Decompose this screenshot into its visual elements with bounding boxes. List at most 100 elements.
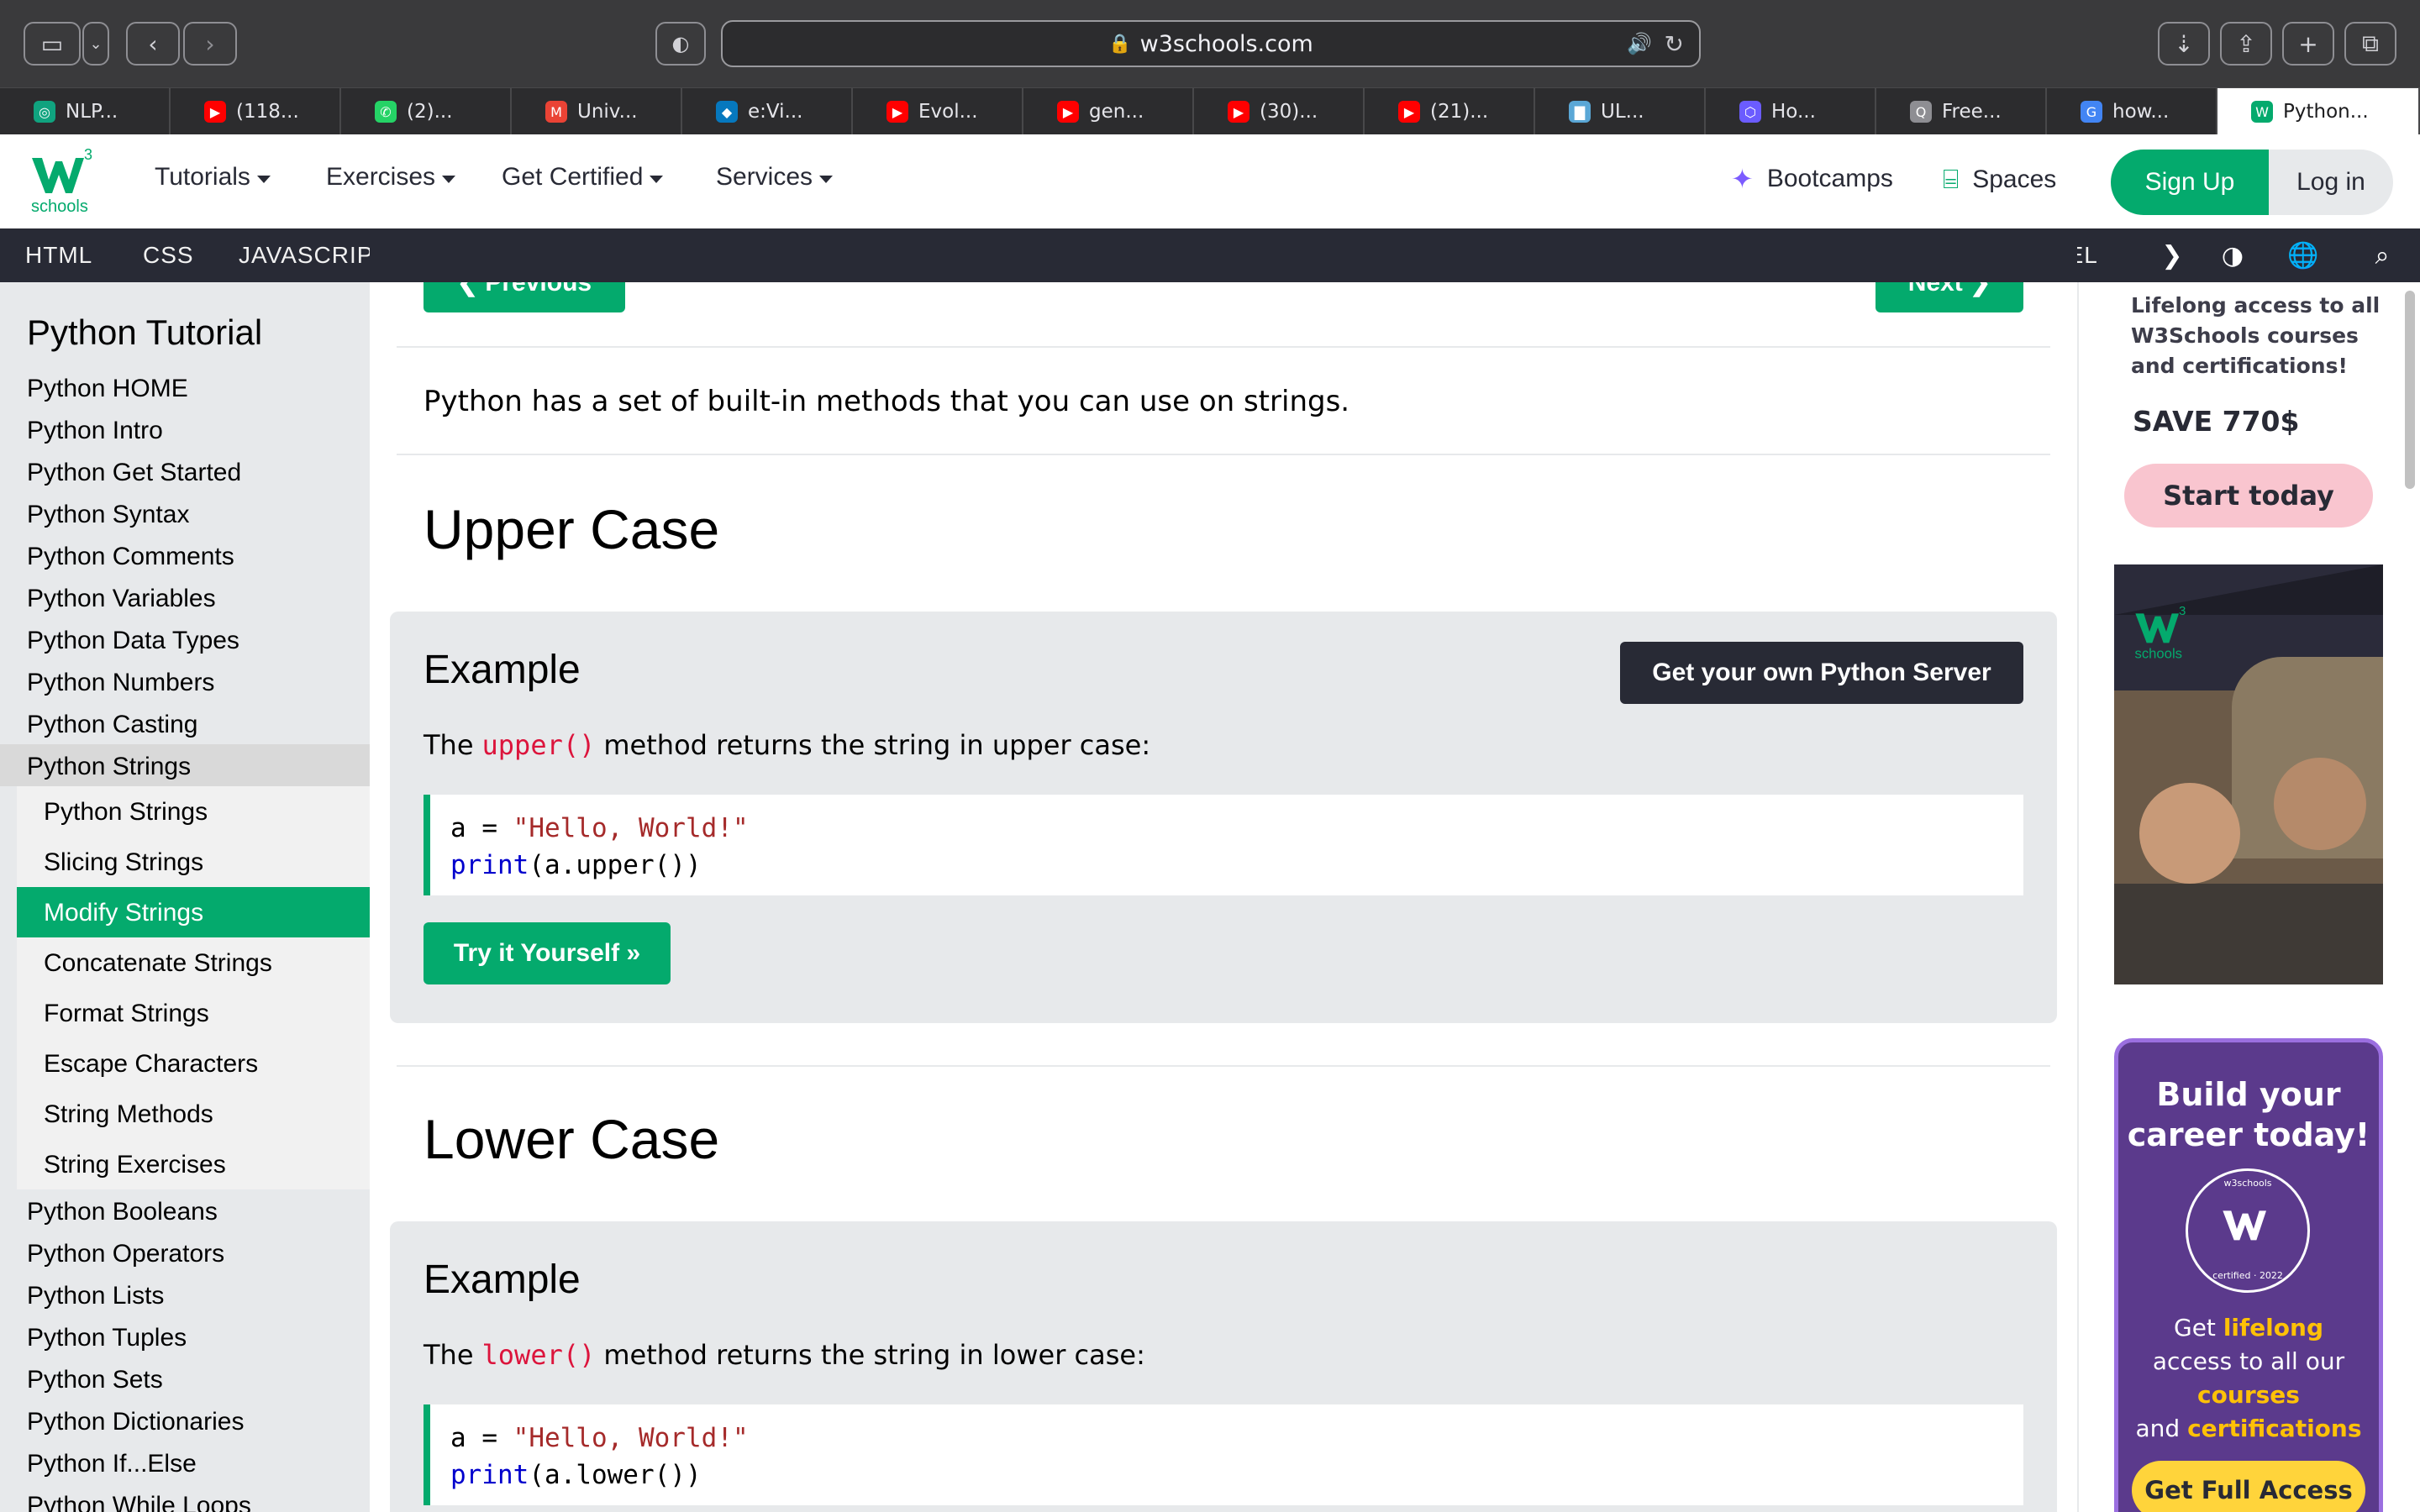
chevron-down-icon[interactable]: ⌄ (82, 22, 109, 66)
browser-tab[interactable]: ▶ gen... (1023, 88, 1194, 135)
globe-icon[interactable]: 🌐 (2282, 228, 2324, 282)
try-it-label: Try it Yourself » (453, 939, 641, 967)
code-keyword: print (450, 850, 529, 880)
career-text: and (2135, 1415, 2181, 1442)
tab-label: gen... (1089, 101, 1144, 123)
sidebar-item[interactable]: Python Syntax (27, 501, 189, 529)
browser-tab[interactable]: ◆ e:Vi... (682, 88, 853, 135)
sidebar-item[interactable]: Python While Loops (27, 1492, 251, 1512)
share-icon[interactable]: ⇪ (2220, 22, 2272, 66)
browser-tab[interactable]: ▇ UL... (1535, 88, 1706, 135)
sidebar-item[interactable]: Python If...Else (27, 1450, 197, 1478)
ad-photo-banner[interactable]: 3 schools (2114, 564, 2383, 984)
python-server-button[interactable]: Get your own Python Server (1620, 642, 2023, 704)
sidebar-item[interactable]: Python Operators (27, 1240, 224, 1268)
downloads-icon[interactable]: ⇣ (2158, 22, 2210, 66)
start-today-button[interactable]: Start today (2124, 464, 2373, 528)
sidebar-toggle-icon[interactable]: ▭ (24, 22, 81, 66)
tab-label: Univ... (577, 101, 638, 123)
contrast-icon[interactable]: ◑ (2212, 228, 2254, 282)
nav-get-certified[interactable]: Get Certified (502, 163, 664, 192)
generic-page-icon: ▇ (1569, 101, 1591, 123)
browser-tab[interactable]: ▶ (118... (171, 88, 341, 135)
browser-tab[interactable]: M Univ... (512, 88, 682, 135)
nav-bootcamps[interactable]: ✦ Bootcamps (1731, 163, 1893, 195)
sidebar-subitem[interactable]: Modify Strings (44, 899, 203, 927)
sidebar-subitem[interactable]: Concatenate Strings (44, 949, 272, 978)
sidebar-subitem[interactable]: Slicing Strings (44, 848, 203, 877)
sidebar-item[interactable]: Python Tuples (27, 1324, 187, 1352)
nav-tutorials[interactable]: Tutorials (155, 163, 271, 192)
chevron-right-icon[interactable]: ❯ (2151, 228, 2193, 282)
browser-tab[interactable]: ◎ NLP... (0, 88, 171, 135)
browser-tab[interactable]: ⬡ Ho... (1706, 88, 1876, 135)
browser-tab[interactable]: ▶ (21)... (1365, 88, 1535, 135)
back-arrow-icon[interactable]: ‹ (126, 22, 180, 66)
sidebar-item[interactable]: Python Booleans (27, 1198, 218, 1226)
tab-label: (30)... (1260, 101, 1318, 123)
sidebar-item[interactable]: Python Numbers (27, 669, 214, 697)
caret-down-icon (442, 175, 456, 183)
page-scrollbar[interactable] (2405, 291, 2415, 489)
w3-badge-mark-icon (2223, 1210, 2266, 1241)
address-bar[interactable]: 🔒 w3schools.com 🔊 ↻ (721, 20, 1701, 67)
sidebar-subitem[interactable]: String Exercises (44, 1151, 226, 1179)
upper-desc-post: method returns the string in upper case: (603, 729, 1151, 761)
sidebar-item[interactable]: Python Intro (27, 417, 163, 445)
url-text: w3schools.com (1139, 30, 1313, 57)
tab-label: (118... (236, 101, 299, 123)
sidebar-item[interactable]: Python Casting (27, 711, 197, 739)
career-ad-banner[interactable]: Build your career today! w3schools certi… (2114, 1038, 2383, 1512)
career-body: Get lifelong access to all our courses a… (2118, 1311, 2379, 1446)
nav-exercises[interactable]: Exercises (326, 163, 456, 192)
sidebar-subitem[interactable]: Python Strings (44, 798, 208, 827)
right-column-divider (2077, 282, 2079, 1512)
subject-nav-javascript[interactable]: JAVASCRIPT (239, 228, 389, 282)
sidebar-item[interactable]: Python Comments (27, 543, 234, 571)
code-var: a = (450, 813, 513, 843)
login-button[interactable]: Log in (2269, 150, 2393, 215)
sidebar-item[interactable]: Python Strings (27, 753, 191, 781)
forward-arrow-icon[interactable]: › (183, 22, 237, 66)
tab-label: NLP... (66, 101, 118, 123)
lower-desc-pre: The (424, 1339, 474, 1371)
sidebar-item[interactable]: Python HOME (27, 375, 188, 403)
sidebar-item[interactable]: Python Variables (27, 585, 216, 613)
lower-case-heading: Lower Case (424, 1108, 720, 1170)
try-it-yourself-button[interactable]: Try it Yourself » (424, 922, 671, 984)
browser-tab[interactable]: W Python... (2217, 88, 2420, 135)
browser-tab[interactable]: ✆ (2)... (341, 88, 512, 135)
sidebar-subitem[interactable]: Format Strings (44, 1000, 209, 1028)
privacy-shield-icon[interactable]: ◐ (655, 22, 706, 66)
sidebar-item[interactable]: Python Sets (27, 1366, 163, 1394)
tab-overview-icon[interactable]: ⧉ (2344, 22, 2396, 66)
sidebar-item[interactable]: Python Lists (27, 1282, 164, 1310)
sidebar-item[interactable]: Python Dictionaries (27, 1408, 244, 1436)
search-icon[interactable]: ⌕ (2361, 228, 2403, 282)
sidebar-subitem[interactable]: String Methods (44, 1100, 213, 1129)
signup-button[interactable]: Sign Up (2111, 150, 2269, 215)
subject-nav-css[interactable]: CSS (143, 228, 194, 282)
get-full-access-button[interactable]: Get Full Access (2132, 1461, 2365, 1512)
browser-tab[interactable]: ▶ Evol... (853, 88, 1023, 135)
career-text: Get (2174, 1314, 2216, 1341)
nav-spaces[interactable]: ⌸ Spaces (1943, 163, 2056, 196)
w3schools-logo[interactable]: 3 schools (29, 144, 99, 215)
tab-label: UL... (1601, 101, 1644, 123)
new-tab-icon[interactable]: + (2282, 22, 2334, 66)
code-line: a = "Hello, World!" (450, 1420, 2023, 1457)
sidebar-item[interactable]: Python Get Started (27, 459, 241, 487)
subject-nav-html[interactable]: HTML (25, 228, 92, 282)
reload-icon[interactable]: ↻ (1665, 30, 1684, 58)
hexagon-icon: ⬡ (1739, 101, 1761, 123)
ad-line: W3Schools courses (2131, 323, 2359, 348)
nav-services[interactable]: Services (716, 163, 834, 192)
browser-tab[interactable]: Ghow... (2047, 88, 2217, 135)
sidebar-item[interactable]: Python Data Types (27, 627, 239, 655)
browser-tab[interactable]: ▶ (30)... (1194, 88, 1365, 135)
career-body-line: access to all our (2152, 1347, 2345, 1375)
upper-case-heading: Upper Case (424, 498, 720, 560)
speaker-icon[interactable]: 🔊 (1627, 32, 1652, 55)
browser-tab[interactable]: Q Free... (1876, 88, 2047, 135)
sidebar-subitem[interactable]: Escape Characters (44, 1050, 258, 1079)
